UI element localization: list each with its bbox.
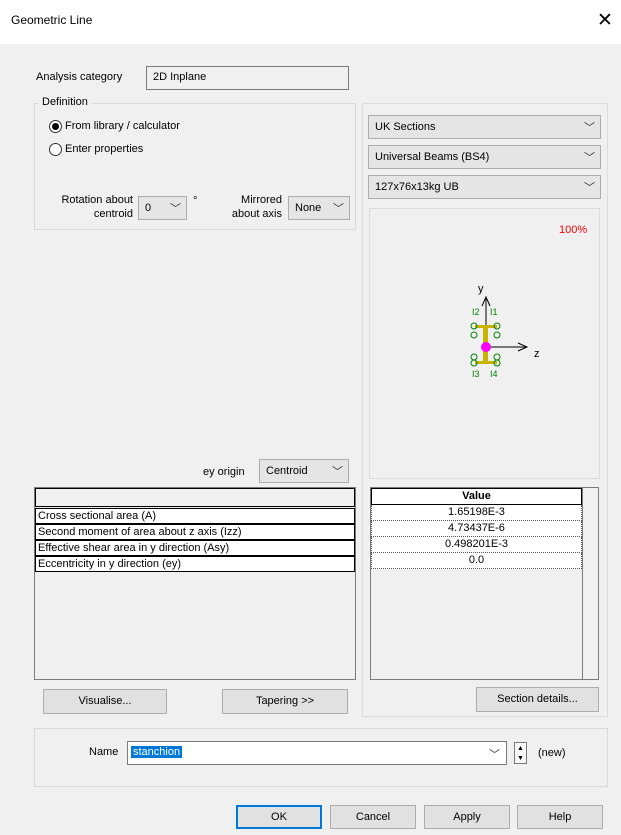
point-label-i2: I2	[472, 307, 480, 317]
chevron-down-icon: ﹀	[333, 203, 344, 215]
name-label: Name	[89, 746, 119, 758]
section-family-value: Universal Beams (BS4)	[375, 151, 490, 163]
property-name-row: Eccentricity in y direction (ey)	[35, 556, 355, 572]
analysis-category-value: 2D Inplane	[153, 71, 207, 83]
point-label-i4: I4	[490, 369, 498, 379]
apply-button[interactable]: Apply	[424, 805, 510, 829]
section-standard-combo[interactable]: UK Sections ﹀	[368, 115, 601, 139]
point-i4b	[493, 353, 501, 361]
name-combo[interactable]: stanchion ﹀	[127, 741, 507, 765]
title-bar	[0, 0, 621, 44]
name-spinner[interactable]: ▲ ▼	[514, 742, 527, 764]
property-value-cell: 4.73437E-6	[371, 521, 582, 537]
mirrored-label-line2: about axis	[231, 208, 282, 220]
section-preview: 100% y z I2 I1 I3 I4	[369, 208, 600, 479]
properties-name-header	[35, 488, 355, 507]
name-status: (new)	[538, 747, 566, 759]
rotation-label-line2: centroid	[93, 208, 133, 220]
point-label-i1: I1	[490, 307, 498, 317]
mirrored-label-line1: Mirrored	[241, 194, 282, 206]
chevron-down-icon[interactable]: ﹀	[489, 746, 500, 762]
value-column-header: Value	[371, 488, 582, 505]
chevron-down-icon: ﹀	[584, 122, 595, 134]
analysis-category-field: 2D Inplane	[146, 66, 349, 90]
enter-properties-radio[interactable]	[49, 143, 62, 156]
point-i3b	[470, 353, 478, 361]
definition-legend: Definition	[39, 96, 91, 108]
analysis-category-label: Analysis category	[36, 71, 123, 83]
from-library-label[interactable]: From library / calculator	[65, 120, 180, 132]
z-axis-label: z	[534, 348, 540, 360]
chevron-down-icon: ﹀	[584, 152, 595, 164]
section-standard-value: UK Sections	[375, 121, 436, 133]
from-library-radio[interactable]	[49, 120, 62, 133]
rotation-combo[interactable]: 0 ﹀	[138, 196, 187, 220]
property-value-cell: 0.498201E-3	[371, 537, 582, 553]
window-title: Geometric Line	[11, 13, 93, 27]
rotation-label-line1: Rotation about	[61, 194, 133, 206]
ey-origin-combo[interactable]: Centroid ﹀	[259, 459, 349, 483]
property-value-cell[interactable]: 0.0	[371, 553, 582, 569]
mirrored-value: None	[295, 202, 322, 214]
property-name-row: Effective shear area in y direction (Asy…	[35, 540, 355, 556]
property-name-row: Second moment of area about z axis (Izz)	[35, 524, 355, 540]
section-family-combo[interactable]: Universal Beams (BS4) ﹀	[368, 145, 601, 169]
property-name-row: Cross sectional area (A)	[35, 508, 355, 524]
help-button[interactable]: Help	[517, 805, 603, 829]
rotation-value: 0	[145, 202, 152, 214]
properties-value-grid: Value 1.65198E-3 4.73437E-6 0.498201E-3 …	[370, 487, 599, 680]
chevron-down-icon: ﹀	[170, 203, 181, 215]
chevron-down-icon: ﹀	[332, 466, 343, 478]
name-input-value[interactable]: stanchion	[131, 746, 183, 758]
y-axis-label: y	[478, 283, 484, 295]
enter-properties-label[interactable]: Enter properties	[65, 143, 143, 155]
spin-up-icon[interactable]: ▲	[517, 745, 524, 752]
section-size-value: 127x76x13kg UB	[375, 181, 459, 193]
value-grid-scrollbar[interactable]	[582, 488, 598, 679]
section-size-combo[interactable]: 127x76x13kg UB ﹀	[368, 175, 601, 199]
ey-origin-label: ey origin	[203, 466, 245, 478]
ey-origin-value: Centroid	[266, 465, 308, 477]
tapering-button[interactable]: Tapering >>	[222, 689, 348, 714]
centroid-marker	[481, 342, 491, 352]
point-i1b	[493, 331, 501, 339]
point-i2b	[470, 331, 478, 339]
spin-down-icon[interactable]: ▼	[517, 755, 524, 762]
point-label-i3: I3	[472, 369, 480, 379]
cancel-button[interactable]: Cancel	[330, 805, 416, 829]
property-value-cell: 1.65198E-3	[371, 505, 582, 521]
ok-button[interactable]: OK	[236, 805, 322, 829]
degree-symbol: °	[193, 195, 198, 207]
close-icon[interactable]: ✕	[593, 8, 617, 34]
chevron-down-icon: ﹀	[584, 182, 595, 194]
mirrored-combo[interactable]: None ﹀	[288, 196, 350, 220]
section-diagram	[470, 295, 529, 367]
visualise-button[interactable]: Visualise...	[43, 689, 167, 714]
section-details-button[interactable]: Section details...	[476, 687, 599, 712]
properties-name-grid: Cross sectional area (A) Second moment o…	[34, 487, 356, 680]
